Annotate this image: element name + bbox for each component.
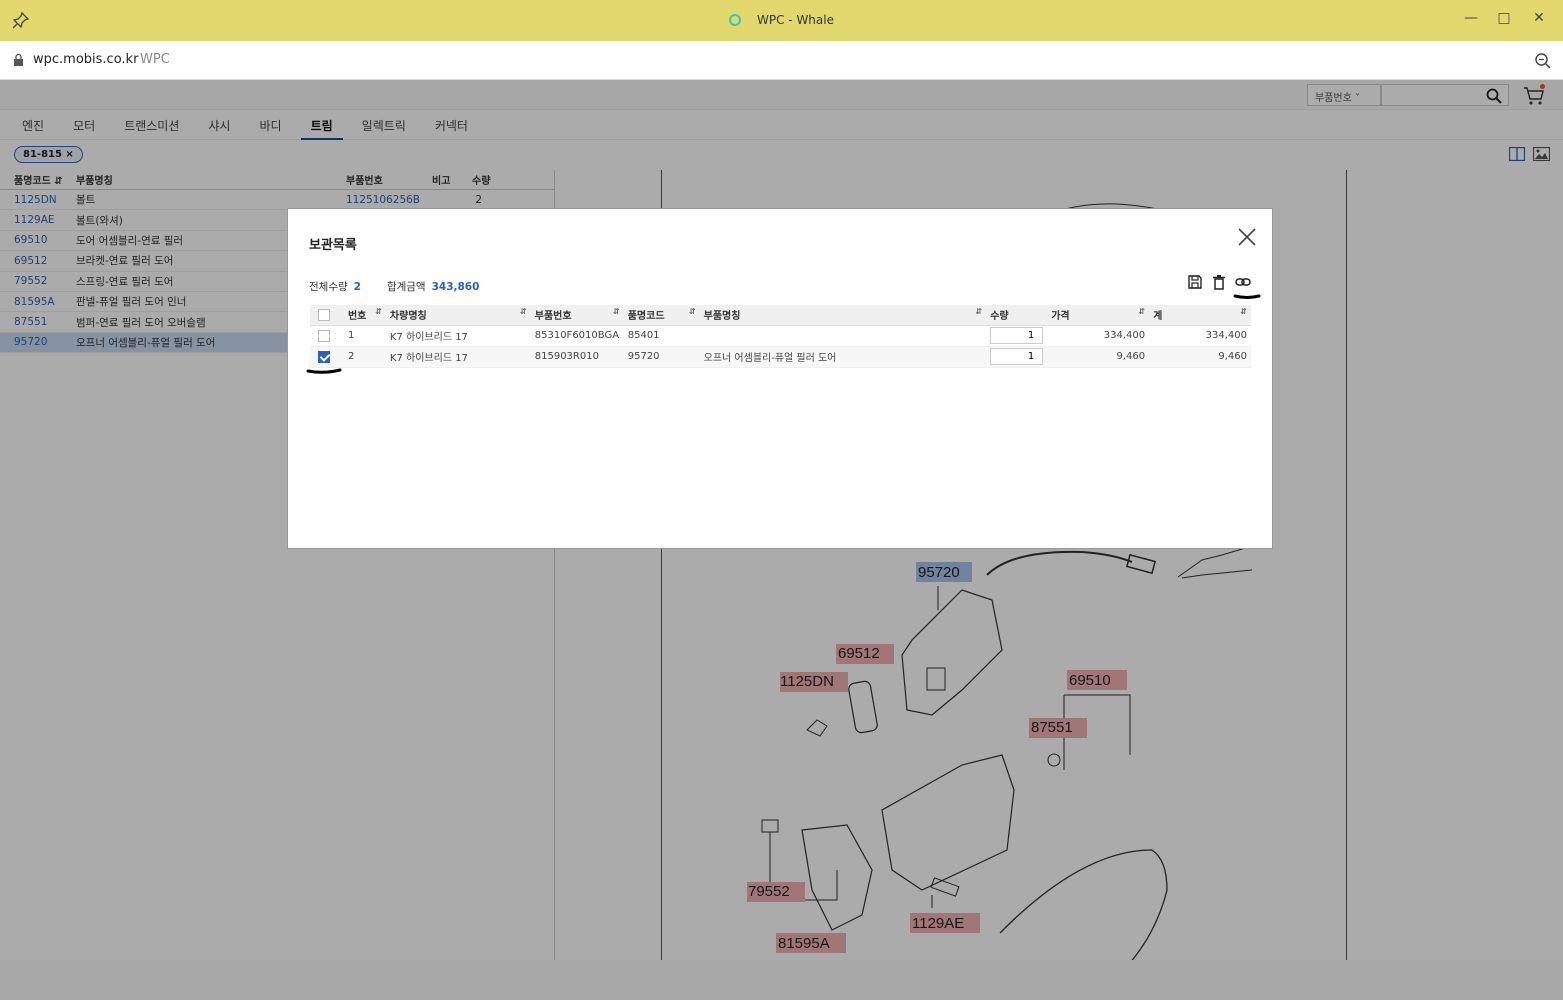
table-row[interactable]: 1K7 하이브리드 1785310F6010BGA85401 334,400334…: [310, 325, 1251, 347]
row-total: 334,400: [1149, 325, 1251, 347]
zoom-icon[interactable]: [1534, 52, 1552, 70]
scribble-mark: [1233, 294, 1261, 299]
modal-title: 보관목록: [309, 238, 357, 253]
row-partno: 85310F6010BGA: [530, 325, 624, 347]
row-no: 1: [343, 325, 386, 347]
minimize-button[interactable]: —: [1456, 6, 1486, 30]
total-qty-label: 전체수량: [309, 281, 348, 293]
link-icon[interactable]: [1235, 274, 1251, 290]
row-checkbox[interactable]: [318, 350, 330, 363]
row-price: 334,400: [1047, 325, 1150, 347]
bottom-strip: [0, 960, 1563, 1000]
whale-logo-icon: [729, 14, 741, 26]
address-url[interactable]: wpc.mobis.co.kr: [33, 52, 138, 67]
header-name[interactable]: 부품명칭 ⇵: [699, 305, 987, 326]
saved-list-modal: 보관목록 전체수량 2 합계금액 343,860 번호 ⇵ 차량명칭 ⇵ 부품번호 ⇵: [287, 208, 1273, 549]
quantity-input[interactable]: [990, 348, 1044, 365]
maximize-button[interactable]: □: [1489, 6, 1519, 30]
header-total[interactable]: 계 ⇵: [1149, 305, 1251, 326]
save-icon[interactable]: [1187, 274, 1203, 290]
total-price-label: 합계금액: [386, 281, 426, 293]
row-partno: 815903R010: [530, 346, 624, 368]
quantity-input[interactable]: [990, 327, 1044, 344]
total-price-value: 343,860: [431, 281, 480, 293]
total-qty-value: 2: [353, 281, 361, 293]
table-row[interactable]: 2 K7 하이브리드 17 815903R010 95720 오프너 어셈블리-퓨얼 필…: [310, 346, 1251, 368]
header-vehicle[interactable]: 차량명칭 ⇵: [385, 305, 531, 326]
header-qty[interactable]: 수량: [986, 305, 1048, 326]
row-qty-cell: [986, 346, 1048, 368]
row-name: 오프너 어셈블리-퓨얼 필러 도어: [699, 346, 987, 368]
table-header-row: 번호 ⇵ 차량명칭 ⇵ 부품번호 ⇵ 품명코드 ⇵ 부품명칭 ⇵ 수량 가격 ⇵ 계 ⇵: [310, 305, 1251, 326]
row-code: 85401: [623, 325, 700, 347]
header-no[interactable]: 번호 ⇵: [343, 305, 386, 326]
row-price: 9,460: [1047, 346, 1150, 368]
row-code: 95720: [623, 346, 700, 368]
row-no: 2: [343, 346, 386, 368]
lock-icon: [14, 54, 23, 66]
select-all-checkbox[interactable]: [318, 308, 330, 321]
saved-list-body: 1K7 하이브리드 1785310F6010BGA85401 334,400334…: [310, 325, 1251, 368]
site-name: WPC: [140, 52, 170, 67]
row-vehicle: K7 하이브리드 17: [385, 346, 531, 368]
row-total: 9,460: [1149, 346, 1251, 368]
header-price[interactable]: 가격 ⇵: [1047, 305, 1150, 326]
scribble-mark: [306, 368, 342, 374]
close-icon[interactable]: [1236, 226, 1258, 248]
row-qty-cell: [986, 325, 1048, 347]
close-window-button[interactable]: ✕: [1524, 6, 1554, 30]
saved-list-table: 번호 ⇵ 차량명칭 ⇵ 부품번호 ⇵ 품명코드 ⇵ 부품명칭 ⇵ 수량 가격 ⇵ 계 ⇵ 1K…: [310, 305, 1251, 368]
header-code[interactable]: 품명코드 ⇵: [623, 305, 700, 326]
header-partno[interactable]: 부품번호 ⇵: [530, 305, 624, 326]
trash-icon[interactable]: [1211, 274, 1227, 290]
row-vehicle: K7 하이브리드 17: [385, 325, 531, 347]
row-name: [699, 325, 987, 347]
window-title: WPC - Whale: [0, 13, 1563, 27]
address-bar[interactable]: wpc.mobis.co.kr WPC: [0, 41, 1563, 80]
select-all-cell[interactable]: [310, 305, 344, 326]
window-titlebar: WPC - Whale — □ ✕: [0, 0, 1563, 41]
row-checkbox[interactable]: [318, 329, 330, 342]
modal-summary: 전체수량 2 합계금액 343,860: [309, 279, 479, 294]
